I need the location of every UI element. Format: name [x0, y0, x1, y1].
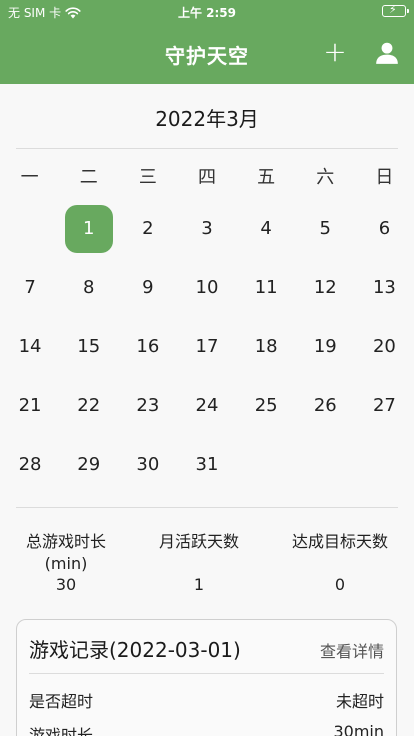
- calendar-day[interactable]: 3: [183, 205, 231, 253]
- calendar-day[interactable]: 15: [65, 323, 113, 371]
- calendar-day[interactable]: 11: [242, 264, 290, 312]
- weekday-label: 六: [316, 167, 335, 188]
- calendar-day[interactable]: 30: [124, 441, 172, 489]
- calendar-day[interactable]: 29: [65, 441, 113, 489]
- calendar-day[interactable]: 8: [65, 264, 113, 312]
- weekday-label: 一: [20, 167, 39, 188]
- calendar-day[interactable]: 24: [183, 382, 231, 430]
- calendar-day[interactable]: 28: [6, 441, 54, 489]
- weekday-label: 二: [79, 167, 98, 188]
- calendar-day[interactable]: 10: [183, 264, 231, 312]
- record-row-label: 游戏时长: [29, 726, 94, 736]
- battery-icon: ⚡: [382, 3, 409, 17]
- stat-label: 达成目标天数: [291, 532, 388, 551]
- weekday-header: 一 二 三 四 五 六 日: [0, 163, 414, 189]
- calendar-day[interactable]: 13: [360, 264, 408, 312]
- calendar-day[interactable]: 7: [6, 264, 54, 312]
- stat-label: 总游戏时长: [25, 532, 106, 551]
- calendar-day[interactable]: 12: [301, 264, 349, 312]
- calendar-day[interactable]: 21: [6, 382, 54, 430]
- calendar-day[interactable]: 18: [242, 323, 290, 371]
- stat-value: 1: [193, 575, 205, 594]
- record-row-value: 30min: [333, 722, 384, 736]
- calendar-day[interactable]: 17: [183, 323, 231, 371]
- record-row-overtime: 是否超时 未超时: [29, 688, 384, 712]
- calendar-day[interactable]: 20: [360, 323, 408, 371]
- stat-label: 月活跃天数: [158, 532, 239, 551]
- record-row-value: 未超时: [335, 692, 384, 711]
- app-header: 无 SIM 卡 上午 2:59 ⚡ 守护天空 +: [0, 0, 414, 84]
- game-record-card: 游戏记录(2022-03-01) 查看详情 是否超时 未超时 游戏时长 30mi…: [16, 619, 397, 736]
- stat-total-play-time: 总游戏时长 (min) 30: [0, 531, 132, 595]
- calendar-day[interactable]: 26: [301, 382, 349, 430]
- record-row-duration: 游戏时长 30min: [29, 722, 384, 736]
- calendar-day[interactable]: 31: [183, 441, 231, 489]
- calendar-day[interactable]: 23: [124, 382, 172, 430]
- month-title: 2022年3月: [155, 107, 259, 131]
- calendar-day[interactable]: 4: [242, 205, 290, 253]
- stat-value: 0: [334, 575, 346, 594]
- record-title: 游戏记录(2022-03-01): [29, 638, 241, 662]
- calendar-day[interactable]: 16: [124, 323, 172, 371]
- calendar-day[interactable]: 2: [124, 205, 172, 253]
- add-button[interactable]: +: [321, 38, 349, 66]
- stat-sublabel: (min): [44, 554, 88, 573]
- record-row-label: 是否超时: [29, 692, 94, 711]
- weekday-label: 五: [257, 167, 276, 188]
- status-bar: 无 SIM 卡 上午 2:59 ⚡: [0, 0, 414, 24]
- record-divider: [29, 673, 384, 674]
- weekday-label: 三: [138, 167, 157, 188]
- calendar-day[interactable]: 9: [124, 264, 172, 312]
- calendar-day[interactable]: 25: [242, 382, 290, 430]
- stats-row: 总游戏时长 (min) 30 月活跃天数 1 达成目标天数 0: [0, 531, 414, 595]
- calendar-day[interactable]: 22: [65, 382, 113, 430]
- stat-active-days: 月活跃天数 1: [132, 531, 266, 595]
- view-details-link[interactable]: 查看详情: [320, 638, 384, 662]
- stat-value: 30: [55, 575, 77, 594]
- calendar-day[interactable]: 6: [360, 205, 408, 253]
- calendar-day[interactable]: 27: [360, 382, 408, 430]
- charging-bolt-icon: ⚡: [389, 3, 397, 16]
- calendar-divider-top: [16, 148, 398, 149]
- status-time: 上午 2:59: [177, 6, 237, 20]
- calendar-day[interactable]: 5: [301, 205, 349, 253]
- calendar-day[interactable]: 14: [6, 323, 54, 371]
- page-title: 守护天空: [165, 44, 249, 68]
- stat-goal-days: 达成目标天数 0: [266, 531, 414, 595]
- weekday-label: 四: [197, 167, 216, 188]
- calendar-divider-bottom: [16, 507, 398, 508]
- weekday-label: 日: [375, 167, 394, 188]
- calendar-day[interactable]: 19: [301, 323, 349, 371]
- user-profile-icon[interactable]: [374, 40, 400, 66]
- calendar-day[interactable]: 1: [64, 205, 113, 253]
